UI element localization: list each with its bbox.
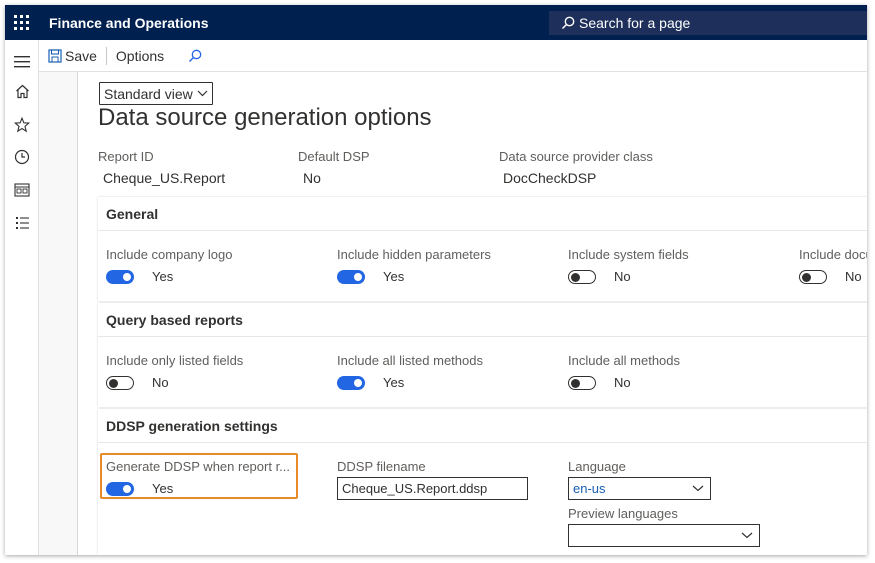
search-page-box[interactable]: Search for a page	[549, 11, 867, 35]
app-window: Finance and Operations Search for a page	[5, 5, 867, 555]
include-docu-toggle[interactable]	[799, 269, 827, 284]
query-section-header[interactable]: Query based reports	[98, 303, 867, 337]
toggle-value: Yes	[383, 375, 405, 390]
general-section: General Include company logo Yes Include…	[98, 197, 867, 301]
dropdown-value: en-us	[573, 481, 606, 496]
app-launcher-button[interactable]	[5, 5, 37, 40]
content-panel: Standard view Data source generation opt…	[77, 72, 867, 555]
field-label: DDSP filename	[337, 459, 426, 474]
toggle-value: No	[845, 269, 862, 284]
toggle-value: Yes	[152, 269, 174, 284]
toggle-value: No	[614, 269, 631, 284]
page-title: Data source generation options	[98, 104, 432, 131]
field-label: Language	[568, 459, 626, 474]
include-docu-field: Include docu No	[799, 247, 867, 284]
star-icon[interactable]	[13, 116, 31, 134]
include-only-listed-fields-field: Include only listed fields No	[106, 353, 243, 390]
action-search-button[interactable]	[188, 49, 202, 63]
ddsp-filename-field: DDSP filename Cheque_US.Report.ddsp	[337, 459, 528, 500]
default-dsp-value: No	[303, 170, 321, 186]
include-hidden-parameters-field: Include hidden parameters Yes	[337, 247, 491, 284]
input-value: Cheque_US.Report.ddsp	[342, 481, 488, 496]
action-pane: Save Options	[39, 40, 867, 72]
include-all-methods-field: Include all methods No	[568, 353, 680, 390]
provider-class-label: Data source provider class	[499, 149, 653, 164]
app-title: Finance and Operations	[49, 14, 209, 31]
top-bar: Finance and Operations Search for a page	[5, 5, 867, 40]
include-all-listed-methods-toggle[interactable]	[337, 375, 365, 390]
options-tab[interactable]: Options	[116, 48, 164, 64]
chevron-down-icon	[197, 90, 208, 97]
highlight-annotation	[100, 453, 298, 499]
provider-class-value: DocCheckDSP	[503, 170, 597, 186]
chevron-down-icon	[692, 485, 704, 492]
general-section-header[interactable]: General	[98, 197, 867, 231]
field-label: Include all methods	[568, 353, 681, 368]
home-icon[interactable]	[13, 82, 31, 100]
language-dropdown[interactable]: en-us	[568, 477, 711, 500]
toggle-value: No	[614, 375, 631, 390]
workspace-icon[interactable]	[13, 181, 31, 199]
ddsp-section-header[interactable]: DDSP generation settings	[98, 409, 867, 443]
toggle-value: No	[152, 375, 169, 390]
save-icon	[48, 48, 62, 63]
search-icon	[189, 49, 202, 62]
report-id-value: Cheque_US.Report	[103, 170, 226, 186]
search-placeholder: Search for a page	[579, 15, 691, 31]
toolbar-divider	[105, 46, 107, 65]
toggle-value: Yes	[383, 269, 405, 284]
field-label: Preview languages	[568, 506, 678, 521]
hamburger-icon[interactable]	[13, 53, 31, 71]
field-label: Include all listed methods	[337, 353, 483, 368]
include-system-fields-toggle[interactable]	[568, 269, 596, 284]
chevron-down-icon	[741, 532, 753, 539]
query-based-reports-section: Query based reports Include only listed …	[98, 303, 867, 407]
clock-icon[interactable]	[13, 148, 31, 166]
include-only-listed-fields-toggle[interactable]	[106, 375, 134, 390]
field-label: Include hidden parameters	[337, 247, 491, 262]
default-dsp-label: Default DSP	[298, 149, 370, 164]
include-company-logo-toggle[interactable]	[106, 269, 134, 284]
include-system-fields-field: Include system fields No	[568, 247, 689, 284]
waffle-icon	[13, 15, 29, 30]
view-selector[interactable]: Standard view	[99, 82, 213, 105]
include-company-logo-field: Include company logo Yes	[106, 247, 232, 284]
include-hidden-parameters-toggle[interactable]	[337, 269, 365, 284]
search-icon	[561, 16, 575, 30]
include-all-listed-methods-field: Include all listed methods Yes	[337, 353, 483, 390]
report-id-label: Report ID	[98, 149, 154, 164]
save-label: Save	[65, 47, 97, 64]
preview-languages-field: Preview languages	[568, 506, 760, 547]
ddsp-filename-input[interactable]: Cheque_US.Report.ddsp	[337, 477, 528, 500]
field-label: Include company logo	[106, 247, 233, 262]
field-label: Include system fields	[568, 247, 689, 262]
list-icon[interactable]	[13, 214, 31, 232]
view-selected: Standard view	[104, 85, 193, 102]
navigation-rail	[5, 40, 39, 555]
save-button[interactable]: Save	[48, 48, 97, 64]
language-field: Language en-us	[568, 459, 711, 500]
field-label: Include docu	[799, 247, 867, 262]
field-label: Include only listed fields	[106, 353, 244, 368]
include-all-methods-toggle[interactable]	[568, 375, 596, 390]
preview-languages-dropdown[interactable]	[568, 524, 760, 547]
